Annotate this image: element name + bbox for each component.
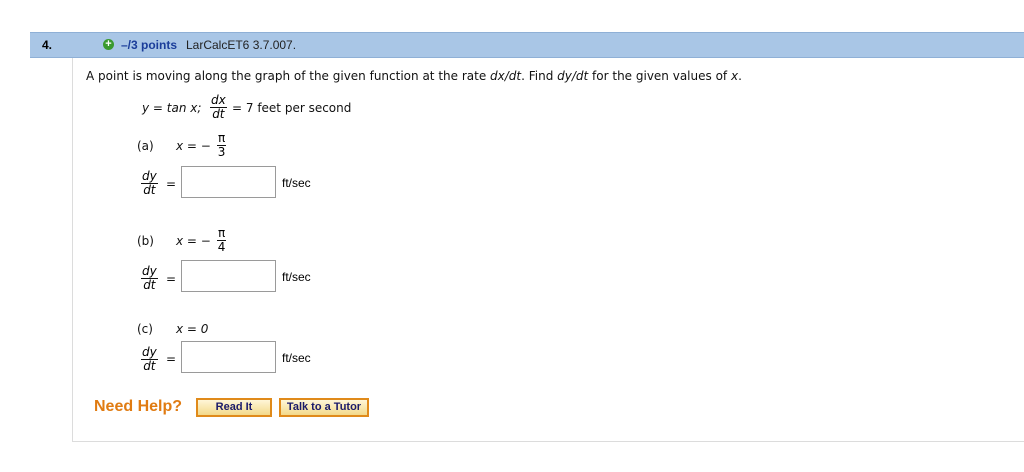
part-a-dydt: dy dt [141, 170, 158, 197]
question-number: 4. [42, 38, 53, 52]
part-b-fraction: π 4 [217, 226, 227, 254]
course-code: LarCalcET6 3.7.007. [186, 38, 297, 52]
prompt-text-3: for the given values of [588, 69, 731, 83]
part-a-unit: ft/sec [282, 176, 311, 190]
given-derivative: dx dt [210, 94, 227, 121]
given-rhs: = 7 feet per second [232, 101, 352, 115]
part-b-dy: dy [141, 264, 158, 279]
part-c-label: (c) [137, 322, 153, 336]
part-c-equals: = [166, 352, 177, 366]
part-c-dy: dy [141, 345, 158, 360]
part-b-equals: = [166, 272, 177, 286]
part-b-den: 4 [217, 240, 226, 254]
part-c-x-expr: x = 0 [176, 322, 209, 336]
part-b-label: (b) [137, 234, 154, 248]
given-dx: dx [210, 93, 227, 108]
part-a-pi: π [217, 131, 227, 146]
prompt-x-var: x [730, 69, 739, 83]
need-help-label: Need Help? [94, 398, 183, 415]
prompt-text-2: . Find [521, 69, 558, 83]
prompt-rate-var: dx/dt [490, 69, 522, 83]
part-b-dydt: dy dt [141, 265, 158, 292]
prompt-find-var: dy/dt [557, 69, 589, 83]
part-b-answer-input[interactable] [181, 260, 276, 292]
part-a-dy: dy [141, 169, 158, 184]
part-a-equals: = [166, 177, 177, 191]
part-c-dydt: dy dt [141, 346, 158, 373]
question-prompt: A point is moving along the graph of the… [86, 69, 742, 83]
part-a-label: (a) [137, 139, 154, 153]
prompt-text-1: A point is moving along the graph of the… [86, 69, 491, 83]
part-a-x-expr: x = − [176, 139, 211, 153]
part-a-answer-input[interactable] [181, 166, 276, 198]
expand-plus-icon[interactable]: + [103, 39, 114, 50]
part-a-den: 3 [217, 145, 226, 159]
points-label: –/3 points [121, 38, 178, 52]
part-c-answer-input[interactable] [181, 341, 276, 373]
given-dt: dt [212, 107, 225, 121]
part-c-dt: dt [143, 359, 156, 373]
part-a-dt: dt [143, 183, 156, 197]
question-header: 4. + –/3 points LarCalcET6 3.7.007. [30, 32, 1024, 58]
part-b-dt: dt [143, 278, 156, 292]
prompt-text-4: . [738, 69, 742, 83]
part-b-x-expr: x = − [176, 234, 211, 248]
part-a-fraction: π 3 [217, 131, 227, 159]
read-it-button[interactable]: Read It [196, 398, 272, 417]
part-b-pi: π [217, 226, 227, 241]
part-b-unit: ft/sec [282, 270, 311, 284]
part-c-unit: ft/sec [282, 351, 311, 365]
talk-to-tutor-button[interactable]: Talk to a Tutor [279, 398, 369, 417]
given-lhs: y = tan x; [142, 101, 202, 115]
